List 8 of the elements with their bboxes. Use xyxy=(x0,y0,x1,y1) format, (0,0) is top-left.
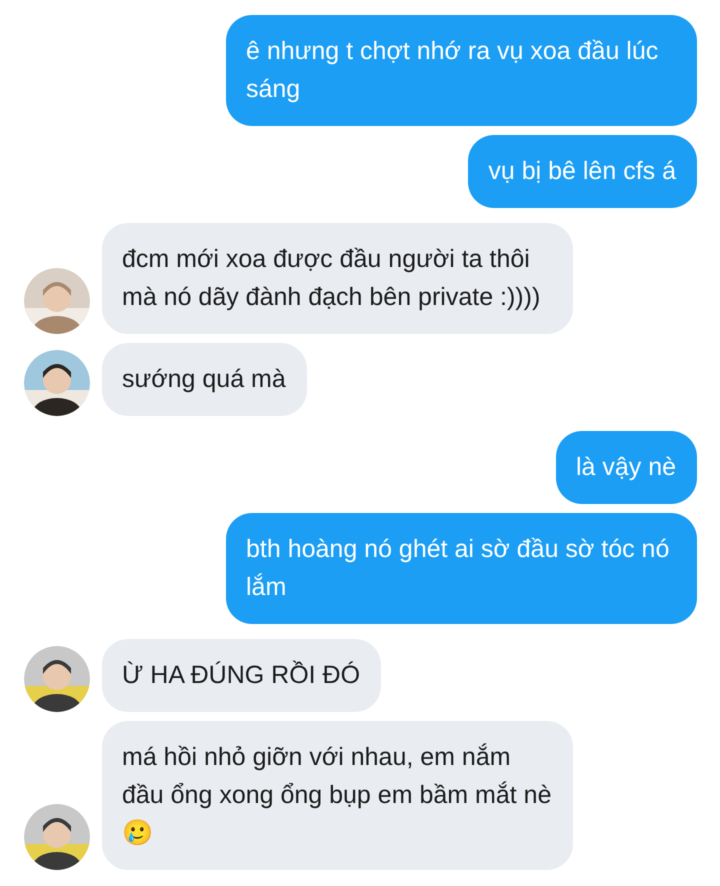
message-bubble: má hồi nhỏ giỡn với nhau, em nắm đầu ổng xong ổng bụp em bầm mắt nè 🥲 xyxy=(102,721,573,870)
message-bubble: Ừ HA ĐÚNG RỒI ĐÓ xyxy=(102,639,382,712)
message-bubble: ê nhưng t chợt nhớ ra vụ xoa đầu lúc sáng xyxy=(226,15,697,126)
message-bubble: sướng quá mà xyxy=(102,343,307,416)
message-bubble: đcm mới xoa được đầu người ta thôi mà nó dãy đành đạch bên private :)))) xyxy=(102,223,573,334)
message-bubble: bth hoàng nó ghét ai sờ đầu sờ tóc nó lắm xyxy=(226,513,697,624)
message-bubble: là vậy nè xyxy=(556,431,697,504)
message-bubble: vụ bị bê lên cfs á xyxy=(468,135,697,208)
